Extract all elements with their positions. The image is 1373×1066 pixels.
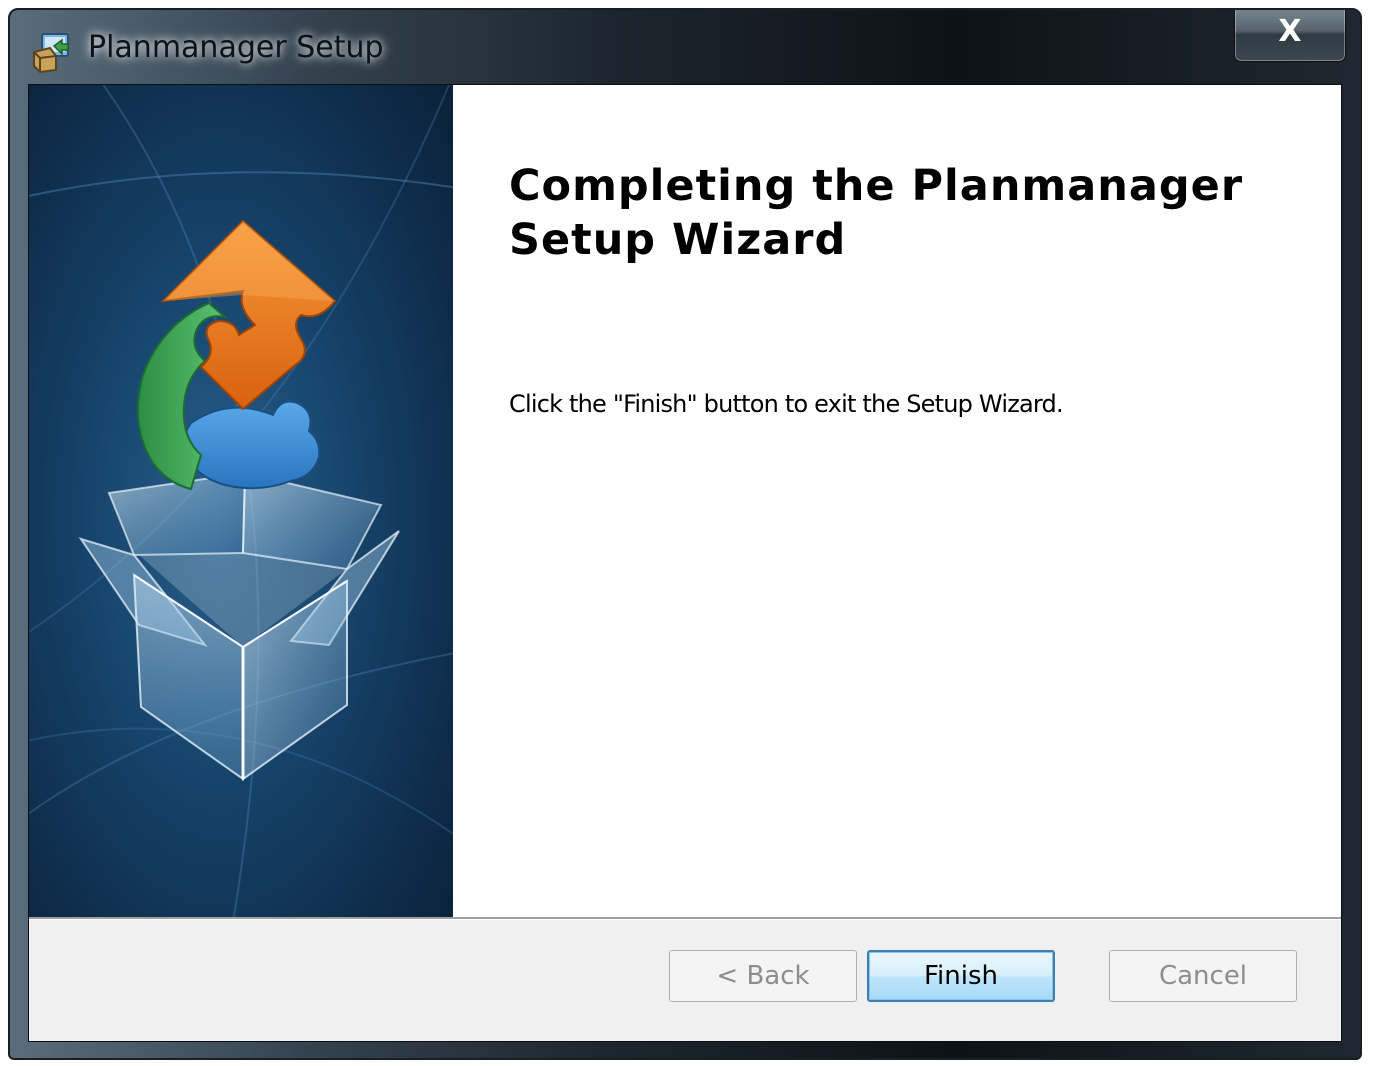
wizard-heading: Completing the Planmanager Setup Wizard: [509, 161, 1244, 265]
back-button[interactable]: < Back: [669, 950, 857, 1002]
wizard-client-area: Completing the Planmanager Setup Wizard …: [28, 84, 1342, 1042]
banner-graphic: [29, 85, 453, 917]
window-title: Planmanager Setup: [88, 30, 384, 65]
installer-icon: [33, 33, 69, 74]
close-button[interactable]: X: [1234, 10, 1346, 62]
wizard-footer: < Back Finish Cancel: [29, 920, 1341, 1041]
wizard-message: Click the "Finish" button to exit the Se…: [509, 390, 1064, 418]
wizard-banner: [29, 85, 453, 917]
wizard-content: Completing the Planmanager Setup Wizard …: [453, 85, 1341, 917]
setup-wizard-window: Planmanager Setup X Completing the Planm…: [8, 8, 1362, 1060]
finish-button[interactable]: Finish: [867, 950, 1055, 1002]
cancel-button[interactable]: Cancel: [1109, 950, 1297, 1002]
title-bar[interactable]: Planmanager Setup X: [10, 10, 1360, 86]
